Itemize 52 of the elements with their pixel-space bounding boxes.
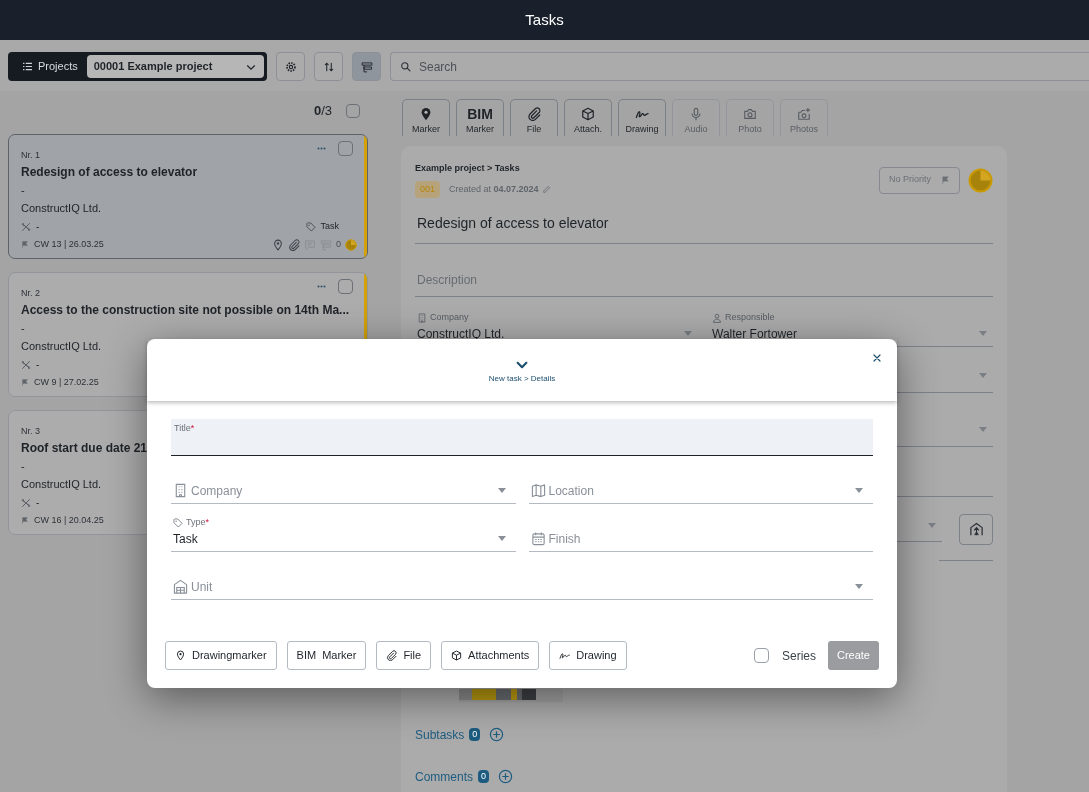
- search-field[interactable]: Search: [390, 52, 1089, 81]
- attachment-button[interactable]: Marker: [402, 99, 450, 136]
- app-title: Tasks: [525, 9, 564, 30]
- task-due-date: CW 16 | 20.04.25: [34, 513, 104, 527]
- attachment-button[interactable]: BIM Marker: [286, 641, 367, 670]
- select-field[interactable]: Unit: [171, 564, 873, 600]
- task-location: -: [36, 220, 40, 234]
- select-field[interactable]: Type* Task: [171, 516, 516, 552]
- task-title: Roof start due date 21: [21, 439, 148, 457]
- attachment-button[interactable]: BIM Marker: [456, 99, 504, 136]
- select-field[interactable]: Location: [528, 468, 873, 504]
- attachment-button[interactable]: Attach.: [564, 99, 612, 136]
- task-number-badge: 001: [415, 180, 441, 198]
- task-due-date: CW 13 | 26.03.25: [34, 237, 104, 251]
- subtask-count: 0: [336, 237, 341, 251]
- count-badge: 0: [478, 770, 490, 783]
- company-name: ConstructIQ Ltd.: [21, 339, 102, 354]
- task-location: -: [36, 358, 40, 372]
- task-location: -: [36, 496, 40, 510]
- breadcrumb: Example project > Tasks: [415, 162, 521, 175]
- task-number: Nr. 1: [21, 148, 40, 162]
- series-label: Series: [781, 647, 816, 665]
- attachment-button[interactable]: Drawingmarker: [165, 641, 277, 670]
- attachment-button[interactable]: Drawing: [618, 99, 666, 136]
- project-dropdown[interactable]: 00001 Example project: [86, 55, 264, 78]
- task-number: Nr. 3: [21, 424, 40, 438]
- company-name: ConstructIQ Ltd.: [21, 477, 102, 492]
- created-date: Created at 04.07.2024: [449, 182, 539, 196]
- task-card[interactable]: Nr. 1 Redesign of access to elevator - ConstructIQ Ltd. - Task CW 13 | 26.03.25 0: [8, 133, 368, 259]
- task-number: Nr. 2: [21, 286, 40, 300]
- attachment-button[interactable]: File: [376, 641, 432, 670]
- comments-link[interactable]: Comments: [415, 767, 473, 786]
- select-field[interactable]: Company: [171, 468, 516, 504]
- dialog-breadcrumb: New task > Details: [488, 373, 556, 385]
- input-field[interactable]: Title*: [171, 419, 873, 456]
- attachment-button[interactable]: File: [510, 99, 558, 136]
- selection-count: 0/3: [313, 102, 332, 120]
- company-name: ConstructIQ Ltd.: [21, 201, 102, 216]
- attachment-button[interactable]: Drawing: [549, 641, 627, 670]
- subtasks-link[interactable]: Subtasks: [415, 725, 465, 744]
- projects-label: Projects: [38, 59, 78, 75]
- task-due-date: CW 9 | 27.02.25: [34, 375, 99, 389]
- date-field[interactable]: Finish: [528, 516, 873, 552]
- attachment-button[interactable]: Attachments: [441, 641, 540, 670]
- count-badge: 0: [469, 728, 481, 741]
- task-description: -: [21, 182, 25, 198]
- task-type: Task: [320, 219, 339, 233]
- task-description: -: [21, 458, 25, 474]
- task-description: -: [21, 320, 25, 336]
- task-title: Access to the construction site not possible on 14th Ma...: [21, 301, 350, 319]
- task-title: Redesign of access to elevator: [21, 163, 198, 181]
- task-title-field[interactable]: Redesign of access to elevator: [415, 213, 993, 244]
